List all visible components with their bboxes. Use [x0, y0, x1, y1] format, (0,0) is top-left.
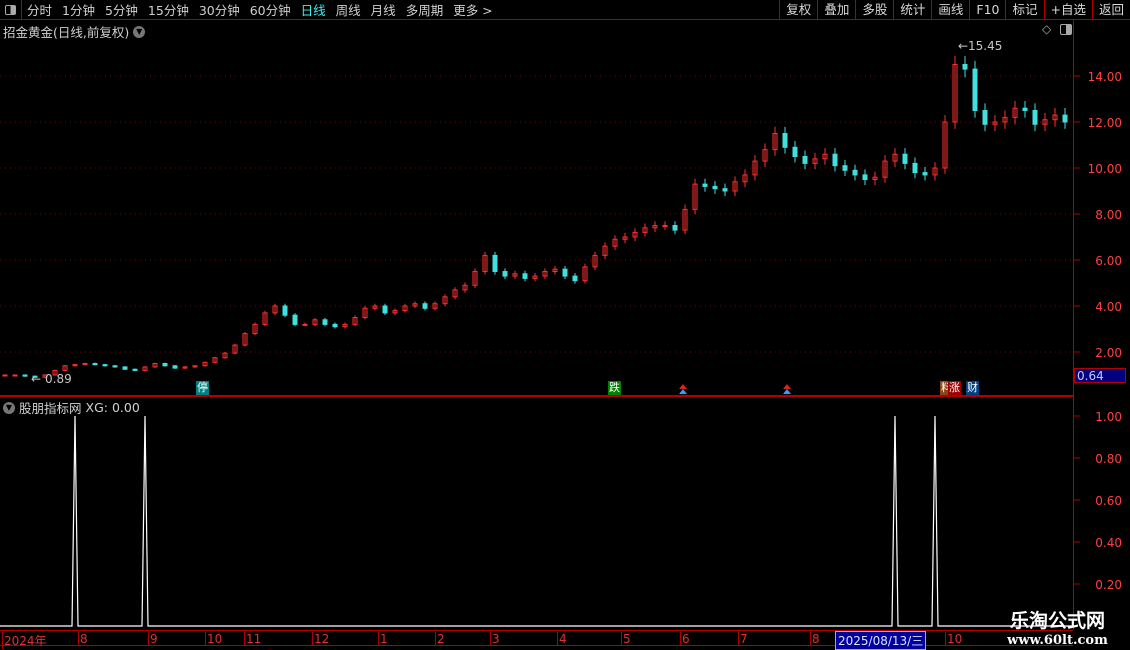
triangle-up-icon [783, 389, 791, 394]
date-tick: 10 [945, 632, 963, 646]
date-tick: 5 [621, 632, 631, 646]
candle-body [1022, 107, 1028, 111]
candle-body [122, 366, 128, 370]
event-marker[interactable]: 财 [966, 381, 979, 395]
candle-body [792, 146, 798, 158]
candle-body [842, 165, 848, 171]
min-price-label: 0.89 [45, 372, 72, 386]
event-marker[interactable]: 涨 [948, 381, 961, 395]
candle-body [322, 319, 328, 325]
candle-body [422, 303, 428, 309]
date-tick: 9 [148, 632, 158, 646]
candle-body [562, 268, 568, 277]
date-tick: 6 [680, 632, 690, 646]
xg-signal-line [0, 415, 1073, 627]
candle-body [922, 172, 928, 176]
triangle-up-icon [679, 384, 687, 389]
candle-body [802, 156, 808, 164]
candle-body [662, 225, 668, 227]
candle-body [832, 153, 838, 167]
candle-body [132, 368, 138, 371]
candle-body [282, 305, 288, 316]
date-tick: 4 [557, 632, 567, 646]
chevron-down-icon[interactable]: ▼ [3, 401, 15, 414]
candle-body [92, 363, 98, 366]
date-tick: 8 [78, 632, 88, 646]
triangle-up-icon [679, 389, 687, 394]
candle-body [112, 365, 118, 368]
date-tick: 10 [205, 632, 223, 646]
candle-body [862, 174, 868, 180]
candle-body [2, 374, 8, 377]
candle-body [382, 305, 388, 314]
date-tick: 3 [490, 632, 500, 646]
candle-body [852, 169, 858, 176]
candle-body [982, 110, 988, 125]
candle-body [702, 183, 708, 187]
price-axis [1073, 20, 1130, 630]
candle-body [672, 225, 678, 231]
date-tick: 2024年 [2, 632, 47, 649]
candle-body [1032, 110, 1038, 125]
candle-body [302, 323, 308, 326]
candle-body [332, 323, 338, 328]
event-marker[interactable]: 停 [196, 381, 209, 395]
watermark-logo: 乐淘公式网 www.60lt.com [1007, 610, 1108, 648]
date-tick: 8 [810, 632, 820, 646]
date-cursor-label: 2025/08/13/三 [835, 631, 927, 650]
candle-body [712, 185, 718, 190]
candle-body [502, 271, 508, 277]
candle-body [572, 275, 578, 282]
triangle-up-icon [783, 384, 791, 389]
candle-body [962, 64, 968, 70]
date-tick: 7 [738, 632, 748, 646]
candle-body [972, 68, 978, 111]
arrow-icon: ← [31, 372, 41, 386]
candle-body [12, 374, 18, 377]
event-marker[interactable]: 跌 [608, 381, 621, 395]
indicator-name: 股朋指标网 [19, 401, 82, 416]
candle-body [902, 153, 908, 164]
candle-body [172, 365, 178, 369]
last-price-label: 0.64 [1074, 368, 1126, 383]
candle-body [102, 364, 108, 367]
arrow-icon: ← [958, 39, 968, 53]
price-chart[interactable]: 2.004.006.008.0010.0012.0014.0015.45←0.8… [0, 0, 1130, 650]
date-tick: 11 [244, 632, 262, 646]
candle-body [162, 363, 168, 367]
date-tick: 12 [312, 632, 330, 646]
indicator-title: ▼ 股朋指标网 XG: 0.00 [3, 398, 140, 417]
candle-body [722, 188, 728, 192]
candle-body [912, 162, 918, 174]
max-price-label: 15.45 [968, 39, 1002, 53]
candle-body [292, 314, 298, 325]
date-tick: 2 [435, 632, 445, 646]
date-tick: 1 [378, 632, 388, 646]
candle-body [1062, 114, 1068, 123]
indicator-value: XG: 0.00 [85, 400, 140, 415]
candle-body [22, 374, 28, 377]
candle-body [492, 254, 498, 272]
candle-body [522, 273, 528, 279]
candle-body [782, 133, 788, 148]
